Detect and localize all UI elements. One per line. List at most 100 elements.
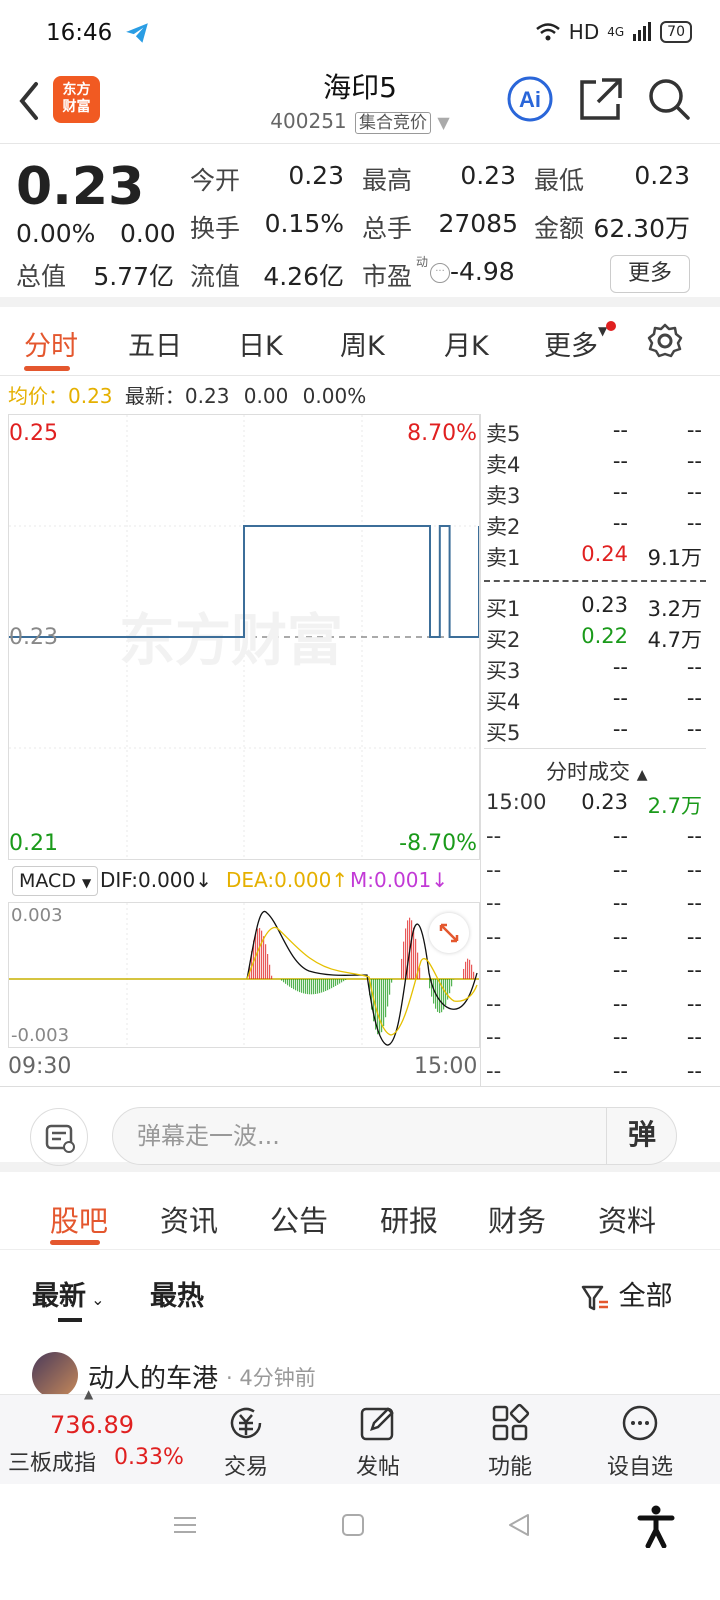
indicator-select[interactable]: MACD ▼ (12, 866, 99, 896)
low-label: 最低 (534, 166, 585, 195)
accessibility-icon[interactable] (636, 1504, 676, 1548)
expand-button[interactable] (429, 913, 469, 953)
tab-weekly-k[interactable]: 周K (340, 324, 385, 363)
stock-header: 东方 财富 海印5 400251 集合竞价 ▼ Ai (0, 66, 720, 144)
index-value[interactable]: 736.89 (50, 1411, 134, 1439)
share-icon[interactable] (576, 74, 626, 124)
macd-histogram-bar (327, 979, 329, 991)
tab-news[interactable]: 资讯 (160, 1198, 218, 1240)
danmu-toggle-button[interactable]: 弹 (606, 1107, 677, 1165)
filter-icon (581, 1285, 608, 1310)
macd-histogram-bar (263, 936, 265, 979)
chevron-down-icon: ⌄ (86, 1290, 105, 1309)
ai-button[interactable]: Ai (505, 74, 555, 124)
index-pct: 0.33% (114, 1445, 184, 1470)
status-indicators: HD 4G 70 (535, 20, 692, 44)
latest-price: 0.23 (184, 384, 230, 408)
macd-histogram-bar (321, 979, 323, 993)
danmu-settings-icon (45, 1124, 75, 1153)
ask-row: 卖4 -- -- (486, 449, 702, 477)
macd-histogram-bar (295, 979, 297, 991)
danmu-bar: 弹幕走一波... 弹 (0, 1100, 720, 1172)
add-watchlist-button[interactable]: 设自选 (600, 1395, 680, 1485)
macd-histogram-bar (325, 979, 327, 992)
tab-announcements[interactable]: 公告 (270, 1198, 328, 1240)
macd-m: M:0.001↓ (350, 868, 449, 892)
current-price: 0.23 (16, 157, 145, 217)
pe-superscript: 动 (416, 255, 429, 269)
trade-row-empty: -- -- -- (486, 958, 702, 982)
macd-histogram-bar (289, 979, 291, 987)
danmu-input[interactable]: 弹幕走一波... (112, 1107, 677, 1165)
back-nav-icon[interactable] (504, 1510, 534, 1540)
avatar[interactable] (32, 1352, 78, 1398)
tab-daily-k[interactable]: 日K (238, 324, 283, 363)
trade-button[interactable]: 交易 (206, 1395, 286, 1485)
macd-histogram-bar (471, 964, 473, 979)
avg-price: 0.23 (68, 384, 113, 408)
caret-up-icon: ▲ (84, 1387, 94, 1401)
float-value: 4.26亿 (263, 262, 344, 291)
tab-five-day[interactable]: 五日 (128, 324, 182, 363)
sort-hot[interactable]: 最热 (150, 1274, 204, 1313)
search-icon[interactable] (644, 74, 694, 124)
trade-row-empty: -- -- -- (486, 857, 702, 882)
tab-monthly-k[interactable]: 月K (444, 324, 489, 363)
trade-row-empty: -- -- -- (486, 991, 702, 1016)
macd-histogram-bar (319, 979, 321, 994)
macd-histogram-bar (403, 941, 405, 979)
macd-histogram-bar (463, 968, 465, 979)
change-pct: 0.00% (16, 219, 96, 248)
trade-row-empty: -- -- -- (486, 924, 702, 949)
active-tab-indicator (24, 366, 70, 371)
bid-row: 买5 -- -- (486, 717, 702, 745)
tab-research[interactable]: 研报 (380, 1198, 438, 1240)
macd-histogram-bar (303, 979, 305, 994)
stock-code: 400251 (270, 109, 347, 133)
trade-row-empty: -- -- -- (486, 1025, 702, 1049)
macd-histogram-bar (261, 930, 263, 979)
menu-icon[interactable] (170, 1510, 200, 1540)
home-icon[interactable] (338, 1510, 368, 1540)
features-button[interactable]: 功能 (470, 1395, 550, 1485)
signal-icon (633, 22, 652, 41)
macd-histogram-bar (391, 979, 393, 983)
trading-phase-tag: 集合竞价 (355, 112, 432, 134)
macd-histogram-bar (285, 979, 287, 984)
chart-tabs: 分时 五日 日K 周K 月K 更多▼ (0, 310, 720, 376)
index-name[interactable]: 三板成指 (8, 1445, 96, 1477)
post-author[interactable]: 动人的车港 (88, 1358, 218, 1395)
tab-intraday[interactable]: 分时 (24, 324, 78, 363)
macd-y-bottom: -0.003 (11, 1025, 70, 1046)
info-icon[interactable]: ··· (430, 263, 450, 283)
macd-histogram-bar (411, 920, 413, 979)
more-button[interactable]: 更多 (610, 255, 690, 293)
turnover-label: 换手 (190, 214, 241, 243)
post-preview[interactable]: 动人的车港 · 4分钟前 (0, 1350, 720, 1398)
macd-histogram-bar (259, 928, 261, 979)
amount-value: 62.30万 (593, 214, 690, 243)
macd-histogram-bar (315, 979, 317, 994)
tab-more[interactable]: 更多▼ (544, 324, 607, 363)
danmu-settings-button[interactable] (30, 1108, 88, 1166)
macd-histogram-bar (385, 979, 387, 1018)
filter-button[interactable]: 全部 (580, 1274, 673, 1313)
macd-histogram-bar (415, 938, 417, 979)
bottom-toolbar: ▲ 736.89 三板成指 0.33% 交易 发帖 功能 设自选 (0, 1387, 720, 1485)
intraday-chart[interactable]: 东方财富 0.25 0.23 0.21 8.70% -8.70% (8, 414, 480, 860)
price-summary-line: 均价：0.23 最新：0.23 0.00 0.00% (8, 384, 367, 408)
dropdown-icon: ▼ (82, 876, 92, 890)
float-label: 流值 (190, 262, 241, 291)
macd-histogram-bar (283, 979, 285, 983)
trades-header[interactable]: 分时成交 ▲ (546, 756, 647, 786)
volume-label: 总手 (362, 214, 413, 243)
post-button[interactable]: 发帖 (338, 1395, 418, 1485)
tab-finance[interactable]: 财务 (488, 1198, 546, 1240)
settings-gear-icon[interactable] (646, 322, 684, 360)
sort-latest[interactable]: 最新 ⌄ (32, 1274, 105, 1313)
tab-profile[interactable]: 资料 (598, 1198, 656, 1240)
tab-guba[interactable]: 股吧 (50, 1198, 108, 1240)
post-time: · 4分钟前 (226, 1366, 316, 1390)
active-news-tab-indicator (50, 1240, 100, 1245)
macd-chart[interactable]: 0.003 -0.003 (8, 902, 480, 1048)
